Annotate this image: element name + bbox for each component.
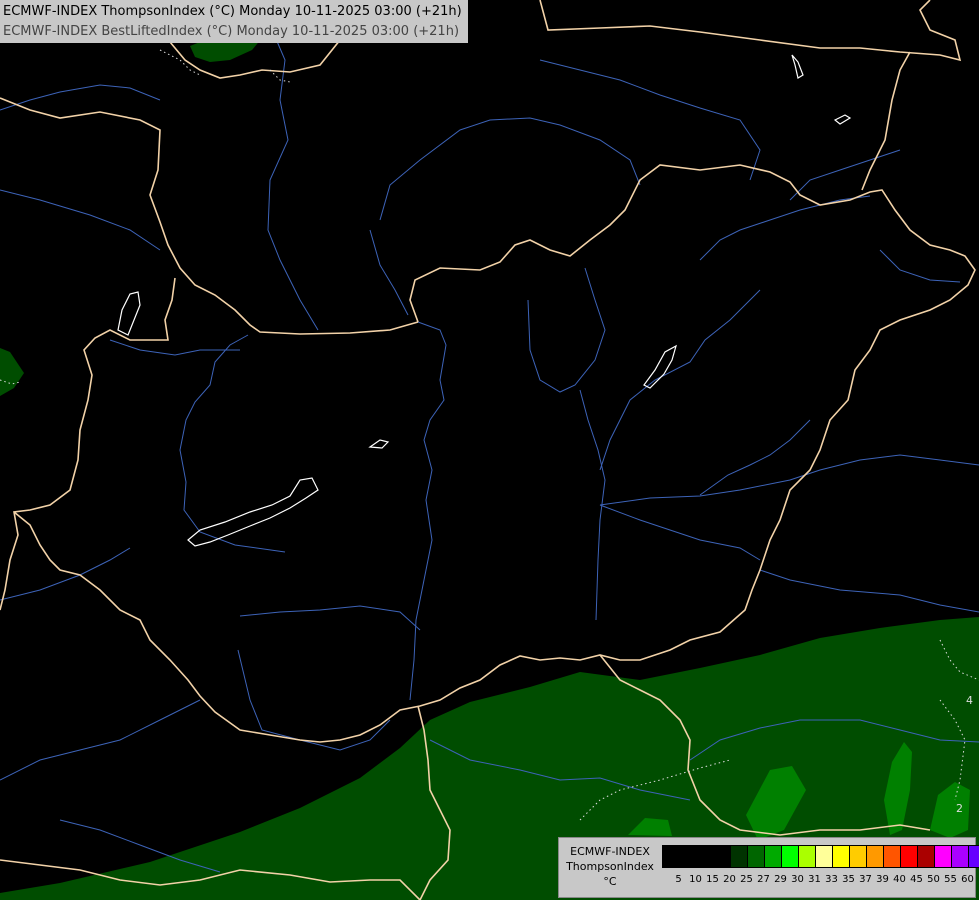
- legend-tick-label: 60: [961, 874, 974, 885]
- river: [0, 699, 201, 781]
- legend-tick-label: 15: [706, 874, 719, 885]
- legend-swatch: [697, 846, 714, 867]
- legend-tick-label: 31: [808, 874, 821, 885]
- legend-unit: °C: [603, 875, 617, 888]
- legend-title: ECMWF-INDEX ThompsonIndex °C: [561, 844, 659, 889]
- river: [599, 454, 979, 506]
- title-best-lifted-index: ECMWF-INDEX BestLiftedIndex (°C) Monday …: [3, 24, 460, 39]
- legend-swatch: [833, 846, 850, 867]
- river: [0, 189, 161, 251]
- legend-swatch: [782, 846, 799, 867]
- river: [237, 649, 391, 751]
- legend-swatch: [850, 846, 867, 867]
- lake-neusiedl: [117, 291, 141, 336]
- legend-tick-label: 25: [740, 874, 753, 885]
- river: [409, 321, 447, 701]
- lake-tisza: [643, 344, 677, 389]
- legend-tick-label: 33: [825, 874, 838, 885]
- lake-small-ne: [833, 114, 852, 125]
- legend-swatch: [663, 846, 680, 867]
- legend-tick-label: 27: [757, 874, 770, 885]
- legend-swatch: [714, 846, 731, 867]
- lake-small-n: [791, 54, 804, 79]
- river: [0, 547, 131, 601]
- river: [759, 569, 979, 613]
- legend-swatch: [884, 846, 901, 867]
- legend-swatch: [918, 846, 935, 867]
- legend-tick-label: 55: [944, 874, 957, 885]
- legend-swatch: [765, 846, 782, 867]
- river: [539, 59, 761, 181]
- legend-swatch: [952, 846, 969, 867]
- river: [699, 195, 871, 261]
- legend-tick-label: 35: [842, 874, 855, 885]
- river: [599, 289, 761, 471]
- river: [379, 117, 641, 221]
- legend-model: ECMWF-INDEX: [570, 845, 650, 858]
- river: [369, 229, 409, 316]
- border: [861, 51, 911, 191]
- legend-tick-labels: 5 10 15 20 25 27 29 30 31 33 35 37 39 40 45 50 55 60: [662, 874, 976, 885]
- lake-small: [368, 439, 390, 449]
- map-viewer: 2 4 ECMWF-INDEX ThompsonIndex (°C) Monda…: [0, 0, 979, 900]
- river: [0, 84, 161, 111]
- legend-tick-label: 39: [876, 874, 889, 885]
- weather-map: 2 4: [0, 0, 979, 900]
- contour-label: 2: [956, 802, 963, 815]
- legend-swatch: [799, 846, 816, 867]
- color-legend: ECMWF-INDEX ThompsonIndex °C 5 10 15 20 25 27…: [558, 837, 979, 898]
- legend-swatch: [680, 846, 697, 867]
- legend-tick-label: 37: [859, 874, 872, 885]
- legend-swatch: [867, 846, 884, 867]
- legend-tick-label: 40: [893, 874, 906, 885]
- river: [599, 504, 761, 561]
- legend-tick-label: 45: [910, 874, 923, 885]
- contour-label: 4: [966, 694, 973, 707]
- legend-tick-label: 5: [675, 874, 682, 885]
- river: [879, 249, 961, 283]
- river: [109, 339, 240, 356]
- legend-swatch: [748, 846, 765, 867]
- border: [0, 97, 419, 335]
- border: [539, 0, 962, 62]
- legend-tick-label: 29: [774, 874, 787, 885]
- legend-swatch: [816, 846, 833, 867]
- river: [239, 605, 421, 631]
- lakes: [117, 54, 852, 547]
- river: [527, 267, 606, 393]
- legend-swatch: [731, 846, 748, 867]
- legend-tick-label: 10: [689, 874, 702, 885]
- title-thompson-index: ECMWF-INDEX ThompsonIndex (°C) Monday 10…: [3, 4, 462, 19]
- map-title: ECMWF-INDEX ThompsonIndex (°C) Monday 10…: [0, 0, 468, 43]
- legend-swatch: [969, 846, 979, 867]
- lake-balaton: [187, 477, 319, 547]
- legend-tick-label: 20: [723, 874, 736, 885]
- legend-parameter: ThompsonIndex: [566, 860, 654, 873]
- legend-swatch: [935, 846, 952, 867]
- legend-color-bar: [662, 845, 979, 868]
- green-field-west: [0, 348, 24, 396]
- index-shading: [0, 38, 979, 900]
- river: [699, 419, 811, 496]
- legend-tick-label: 30: [791, 874, 804, 885]
- border: [0, 277, 176, 611]
- legend-swatch: [901, 846, 918, 867]
- legend-tick-label: 50: [927, 874, 940, 885]
